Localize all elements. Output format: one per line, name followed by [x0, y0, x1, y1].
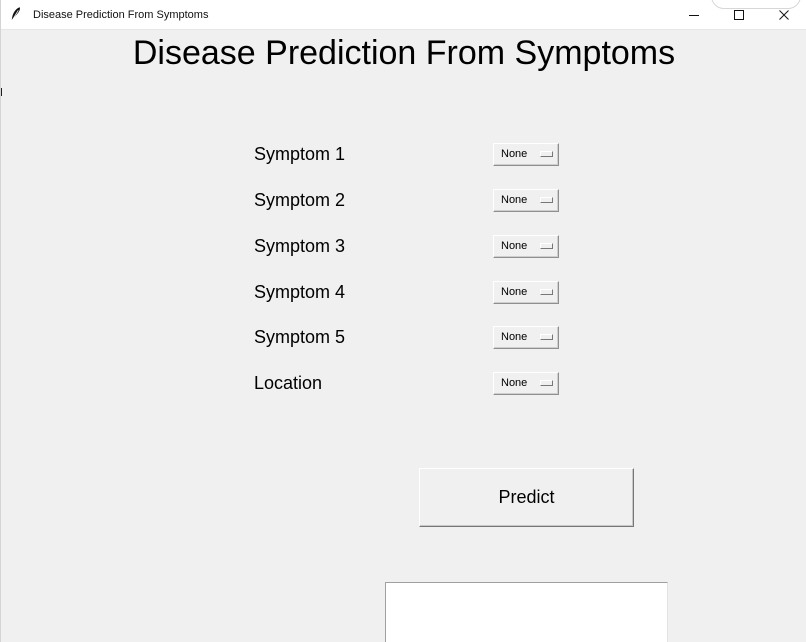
location-label: Location [254, 373, 323, 393]
close-icon [778, 10, 789, 20]
symptom-1-selected-value: None [501, 148, 528, 160]
window-controls [671, 0, 806, 30]
minimize-icon [688, 15, 699, 16]
option-menu-indicator-icon [540, 289, 553, 295]
app-window: Disease Prediction From Symptoms Disease… [0, 0, 806, 642]
symptom-2-selected-value: None [501, 194, 528, 206]
symptom-5-selected-value: None [501, 331, 528, 343]
symptom-1-option-menu[interactable]: None [493, 143, 559, 166]
symptom-3-option-menu[interactable]: None [493, 235, 559, 258]
symptom-4-selected-value: None [501, 286, 528, 298]
option-menu-indicator-icon [540, 197, 553, 203]
title-bar: Disease Prediction From Symptoms [1, 0, 806, 30]
option-menu-indicator-icon [540, 151, 553, 157]
symptom-1-label: Symptom 1 [254, 144, 346, 164]
symptom-3-selected-value: None [501, 240, 528, 252]
prediction-output-box[interactable] [385, 582, 668, 642]
window-edge-mark [1, 88, 2, 96]
symptom-2-label: Symptom 2 [254, 190, 346, 210]
symptom-3-label: Symptom 3 [254, 236, 346, 256]
location-selected-value: None [501, 377, 528, 389]
window-title: Disease Prediction From Symptoms [33, 9, 209, 21]
maximize-icon [733, 10, 744, 20]
close-button[interactable] [761, 0, 806, 30]
option-menu-indicator-icon [540, 380, 553, 386]
feather-icon [11, 7, 20, 21]
symptom-4-label: Symptom 4 [254, 282, 346, 302]
symptom-5-option-menu[interactable]: None [493, 326, 559, 349]
page-title: Disease Prediction From Symptoms [132, 34, 676, 72]
predict-button[interactable]: Predict [419, 468, 634, 527]
maximize-button[interactable] [716, 0, 761, 30]
minimize-button[interactable] [671, 0, 716, 30]
option-menu-indicator-icon [540, 243, 553, 249]
symptom-2-option-menu[interactable]: None [493, 189, 559, 212]
option-menu-indicator-icon [540, 334, 553, 340]
symptom-4-option-menu[interactable]: None [493, 281, 559, 304]
location-option-menu[interactable]: None [493, 372, 559, 395]
symptom-5-label: Symptom 5 [254, 327, 346, 347]
